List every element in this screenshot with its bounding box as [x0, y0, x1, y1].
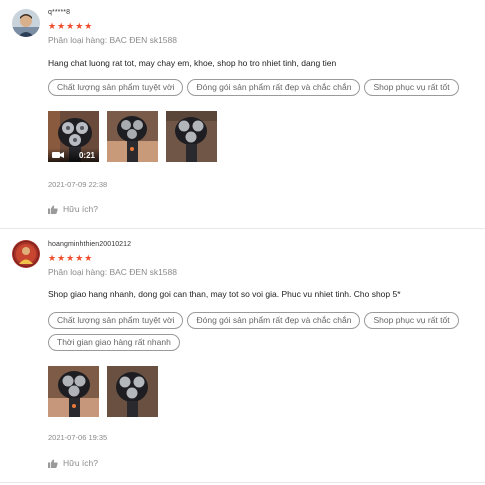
rating-stars: ★★★★★	[48, 21, 94, 31]
review-video-thumbnail[interactable]: 0:21	[48, 111, 99, 162]
review-tag: Shop phục vụ rất tốt	[364, 79, 459, 96]
avatar[interactable]	[12, 9, 40, 37]
review-media	[48, 366, 160, 418]
review-date: 2021-07-06 19:35	[48, 433, 108, 442]
review-media: 0:21	[48, 111, 218, 163]
review-item: q*****8 ★★★★★ Phân loại hàng: BAC ĐEN sk…	[0, 0, 485, 228]
helpful-label: Hữu ích?	[63, 458, 98, 468]
helpful-button[interactable]: Hữu ích?	[48, 204, 98, 214]
thumbs-up-icon	[48, 459, 58, 468]
review-tag: Đóng gói sản phẩm rất đẹp và chắc chắn	[187, 312, 361, 329]
video-camera-icon	[52, 152, 64, 158]
review-author[interactable]: q*****8	[48, 9, 70, 16]
rating-stars: ★★★★★	[48, 253, 94, 263]
review-tags: Chất lượng sản phẩm tuyệt vời Đóng gói sả…	[48, 312, 485, 356]
review-image-thumbnail[interactable]	[107, 111, 158, 162]
video-duration: 0:21	[78, 151, 95, 160]
review-image-thumbnail[interactable]	[107, 366, 158, 417]
review-image-thumbnail[interactable]	[48, 366, 99, 417]
product-variant: Phân loại hàng: BAC ĐEN sk1588	[48, 267, 177, 277]
review-tag: Chất lượng sản phẩm tuyệt vời	[48, 79, 184, 96]
review-tag: Đóng gói sản phẩm rất đẹp và chắc chắn	[187, 79, 361, 96]
thumbs-up-icon	[48, 205, 58, 214]
helpful-label: Hữu ích?	[63, 204, 98, 214]
review-author[interactable]: hoangminhthien20010212	[48, 241, 131, 248]
review-image-thumbnail[interactable]	[166, 111, 217, 162]
review-date: 2021-07-09 22:38	[48, 180, 108, 189]
review-tag: Chất lượng sản phẩm tuyệt vời	[48, 312, 184, 329]
review-tags: Chất lượng sản phẩm tuyệt vời Đóng gói sả…	[48, 79, 485, 101]
review-comment: Hang chat luong rat tot, may chay em, kh…	[48, 58, 337, 68]
review-comment: Shop giao hang nhanh, dong goi can than,…	[48, 289, 401, 299]
review-divider	[0, 482, 485, 483]
product-variant: Phân loại hàng: BAC ĐEN sk1588	[48, 35, 177, 45]
helpful-button[interactable]: Hữu ích?	[48, 458, 98, 468]
review-item: hoangminhthien20010212 ★★★★★ Phân loại h…	[0, 229, 485, 485]
review-tag: Thời gian giao hàng rất nhanh	[48, 334, 180, 351]
review-tag: Shop phục vụ rất tốt	[364, 312, 459, 329]
avatar[interactable]	[12, 240, 40, 268]
